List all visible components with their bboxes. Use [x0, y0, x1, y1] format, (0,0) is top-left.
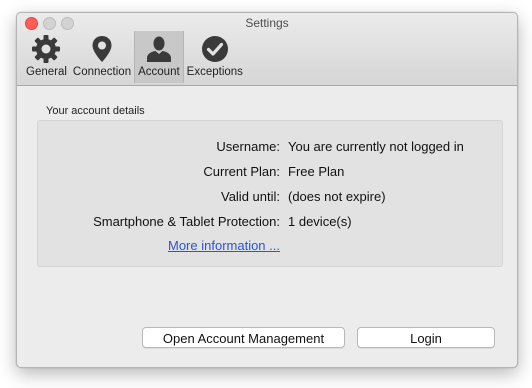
row-username: Username: You are currently not logged i…	[38, 139, 502, 157]
tab-general-label: General	[26, 66, 67, 78]
tab-exceptions[interactable]: Exceptions	[184, 31, 246, 83]
user-icon	[143, 33, 175, 65]
row-valid-until: Valid until: (does not expire)	[38, 189, 502, 207]
section-title: Your account details	[46, 105, 145, 117]
valid-until-label: Valid until:	[220, 189, 280, 204]
device-protection-label: Smartphone & Tablet Protection:	[93, 214, 280, 229]
location-pin-icon	[86, 33, 118, 65]
tab-account-label: Account	[138, 66, 180, 78]
gear-icon	[30, 33, 62, 65]
current-plan-value: Free Plan	[288, 164, 345, 179]
current-plan-label: Current Plan:	[203, 164, 280, 179]
row-current-plan: Current Plan: Free Plan	[38, 164, 502, 182]
login-button[interactable]: Login	[357, 327, 495, 348]
account-pane: Your account details Username: You are c…	[17, 86, 517, 367]
valid-until-value: (does not expire)	[288, 189, 386, 204]
tab-general[interactable]: General	[23, 31, 70, 83]
tab-account[interactable]: Account	[134, 31, 184, 83]
open-account-management-button[interactable]: Open Account Management	[142, 327, 345, 348]
checkmark-circle-icon	[199, 33, 231, 65]
titlebar: Settings General Connection Account Exce…	[17, 13, 517, 86]
settings-window: Settings General Connection Account Exce…	[16, 12, 518, 368]
username-label: Username:	[216, 139, 280, 154]
account-details-box: Username: You are currently not logged i…	[37, 120, 503, 267]
tab-exceptions-label: Exceptions	[186, 66, 243, 78]
window-title: Settings	[245, 16, 289, 30]
more-information-link[interactable]: More information ...	[168, 238, 280, 253]
username-value: You are currently not logged in	[288, 139, 464, 154]
tab-connection-label: Connection	[72, 66, 132, 78]
row-device-protection: Smartphone & Tablet Protection: 1 device…	[38, 214, 502, 232]
preferences-toolbar: General Connection Account Exceptions	[23, 31, 246, 83]
tab-connection[interactable]: Connection	[70, 31, 134, 83]
device-protection-value: 1 device(s)	[288, 214, 352, 229]
